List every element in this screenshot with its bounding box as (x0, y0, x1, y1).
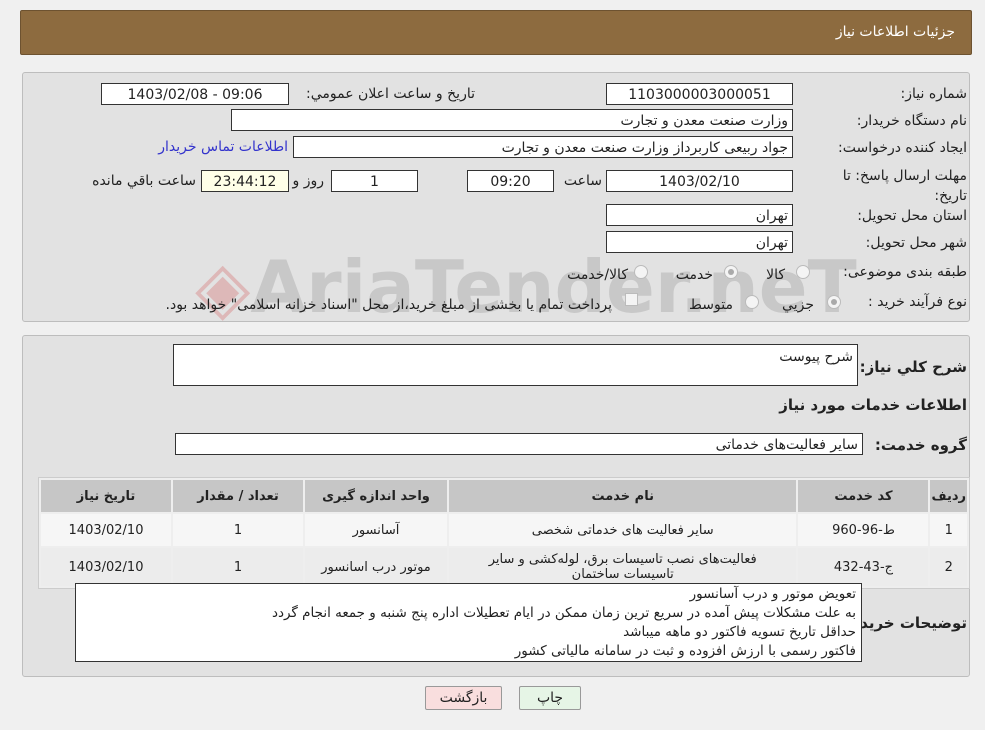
category-radio-service[interactable] (724, 265, 738, 279)
services-table: رديف کد خدمت نام خدمت واحد اندازه گیری ت… (39, 478, 969, 588)
cell-need-date: 1403/02/10 (39, 546, 173, 588)
buyer-org-label: نام دستگاه خریدار: (856, 113, 967, 129)
col-header-quantity: تعداد / مقدار (171, 478, 305, 514)
deadline-label: مهلت ارسال پاسخ: تا تاریخ: (842, 168, 967, 204)
cell-quantity: 1 (171, 512, 305, 548)
process-radio-minor[interactable] (827, 295, 841, 309)
cell-service-code: ج-43-432 (796, 546, 931, 588)
announce-label: تاريخ و ساعت اعلان عمومي: (306, 86, 475, 102)
creator-field: جواد ربیعی کاربرداز وزارت صنعت معدن و تج… (293, 136, 793, 158)
col-header-service-code: کد خدمت (796, 478, 931, 514)
cell-unit: موتور درب اسانسور (303, 546, 449, 588)
deadline-time-field: 09:20 (467, 170, 554, 192)
col-header-need-date: تاریخ نیاز (39, 478, 173, 514)
days-label: روز و (292, 173, 325, 189)
payment-note: پرداخت تمام یا بخشی از مبلغ خرید،از محل … (165, 297, 612, 313)
city-label: شهر محل تحویل: (865, 235, 967, 251)
cell-need-date: 1403/02/10 (39, 512, 173, 548)
col-header-row-number: رديف (928, 478, 969, 514)
category-label: طبقه بندی موضوعی: (843, 264, 967, 280)
summary-label: شرح کلي نياز: (859, 358, 967, 376)
print-button[interactable]: چاپ (519, 686, 581, 710)
cell-service-name: فعالیت‌های نصب تاسیسات برق، لوله‌کشی و س… (446, 546, 799, 588)
category-radio-goods[interactable] (796, 265, 810, 279)
category-option-goods: کالا (766, 267, 785, 283)
creator-label: ایجاد کننده درخواست: (838, 140, 967, 156)
buyer-notes-textarea[interactable]: تعویض موتور و درب آسانسور به علت مشکلات … (75, 583, 862, 662)
category-option-goods-service: کالا/خدمت (567, 267, 628, 283)
services-table-wrap: رديف کد خدمت نام خدمت واحد اندازه گیری ت… (38, 477, 970, 589)
time-label: ساعت (563, 173, 602, 189)
remaining-label: ساعت باقي مانده (92, 173, 196, 189)
process-option-medium: متوسط (689, 297, 733, 313)
table-row: 2 ج-43-432 فعالیت‌های نصب تاسیسات برق، ل… (39, 546, 969, 588)
back-button[interactable]: بازگشت (425, 686, 502, 710)
cell-service-name: سایر فعالیت های خدماتی شخصی (446, 512, 799, 548)
service-group-label: گروه خدمت: (874, 436, 967, 454)
buyer-notes-line: به علت مشکلات پیش آمده در سریع ترین زمان… (271, 605, 856, 621)
process-option-minor: جزيي (782, 297, 814, 313)
col-header-unit: واحد اندازه گیری (303, 478, 449, 514)
province-field: تهران (606, 204, 793, 226)
table-row: 1 ط-96-960 سایر فعالیت های خدماتی شخصی آ… (39, 512, 969, 548)
buyer-notes-line: حداقل تاریخ تسویه فاکتور دو ماهه میباشد (623, 624, 856, 640)
cell-row-number: 1 (928, 512, 969, 548)
cell-quantity: 1 (171, 546, 305, 588)
process-label: نوع فرآیند خرید : (868, 294, 967, 310)
deadline-date-field: 1403/02/10 (606, 170, 793, 192)
remaining-time-field: 23:44:12 (201, 170, 289, 192)
province-label: استان محل تحویل: (857, 208, 967, 224)
services-title: اطلاعات خدمات مورد نیاز (779, 396, 967, 414)
cell-unit: آسانسور (303, 512, 449, 548)
buyer-org-field: وزارت صنعت معدن و تجارت (231, 109, 793, 131)
summary-textarea[interactable]: شرح پیوست (173, 344, 858, 386)
buyer-notes-line: تعویض موتور و درب آسانسور (689, 586, 856, 602)
days-field: 1 (331, 170, 418, 192)
process-radio-medium[interactable] (745, 295, 759, 309)
need-number-field: 1103000003000051 (606, 83, 793, 105)
col-header-service-name: نام خدمت (446, 478, 799, 514)
category-option-service: خدمت (675, 267, 713, 283)
service-group-field: سایر فعالیت‌های خدماتی (175, 433, 863, 455)
need-number-label: شماره نیاز: (900, 86, 968, 102)
cell-row-number: 2 (928, 546, 969, 588)
buyer-contact-link[interactable]: اطلاعات تماس خریدار (158, 139, 288, 155)
cell-service-code: ط-96-960 (796, 512, 931, 548)
category-radio-goods-service[interactable] (634, 265, 648, 279)
table-header-row: رديف کد خدمت نام خدمت واحد اندازه گیری ت… (39, 478, 969, 514)
city-field: تهران (606, 231, 793, 253)
payment-checkbox[interactable] (625, 293, 638, 306)
page-title: جزئیات اطلاعات نیاز (835, 24, 955, 40)
announce-field: 1403/02/08 - 09:06 (101, 83, 289, 105)
watermark-logo: ◈AriaTender.neT (195, 245, 857, 329)
buyer-notes-line: فاکتور رسمی با ارزش افزوده و ثبت در ساما… (514, 643, 856, 659)
page-header: جزئیات اطلاعات نیاز (20, 10, 972, 55)
